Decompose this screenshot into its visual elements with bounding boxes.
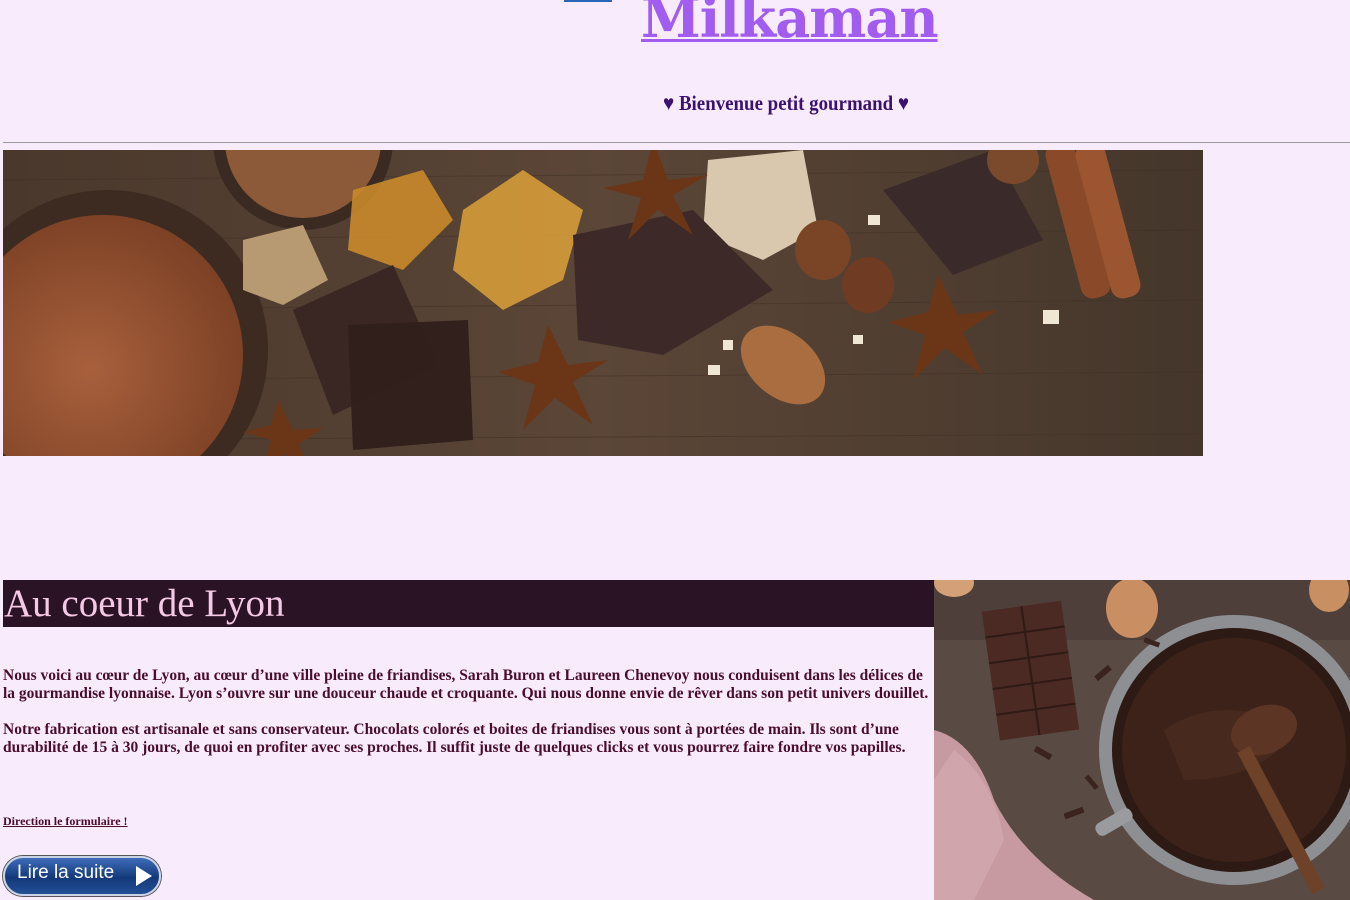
- welcome-message: ♥ Bienvenue petit gourmand ♥: [663, 91, 910, 115]
- intro-paragraph: Nous voici au cœur de Lyon, au cœur d’un…: [3, 667, 929, 702]
- chocolate-pot-image: [934, 580, 1350, 900]
- site-header: Milkaman ♥ Bienvenue petit gourmand ♥: [0, 0, 1350, 143]
- read-more-label: Lire la suite: [17, 862, 115, 883]
- header-divider: [3, 142, 1350, 143]
- fabrication-paragraph: Notre fabrication est artisanale et sans…: [3, 721, 906, 756]
- section-heading: Au coeur de Lyon: [3, 580, 934, 627]
- read-more-button[interactable]: Lire la suite: [3, 856, 163, 900]
- top-accent-bar: [564, 0, 612, 2]
- site-title-link[interactable]: Milkaman: [641, 0, 939, 50]
- form-link[interactable]: Direction le formulaire !: [3, 814, 128, 829]
- hero-banner-image: [3, 150, 1203, 456]
- play-arrow-icon: [136, 866, 152, 886]
- section-body: Nous voici au cœur de Lyon, au cœur d’un…: [3, 667, 934, 775]
